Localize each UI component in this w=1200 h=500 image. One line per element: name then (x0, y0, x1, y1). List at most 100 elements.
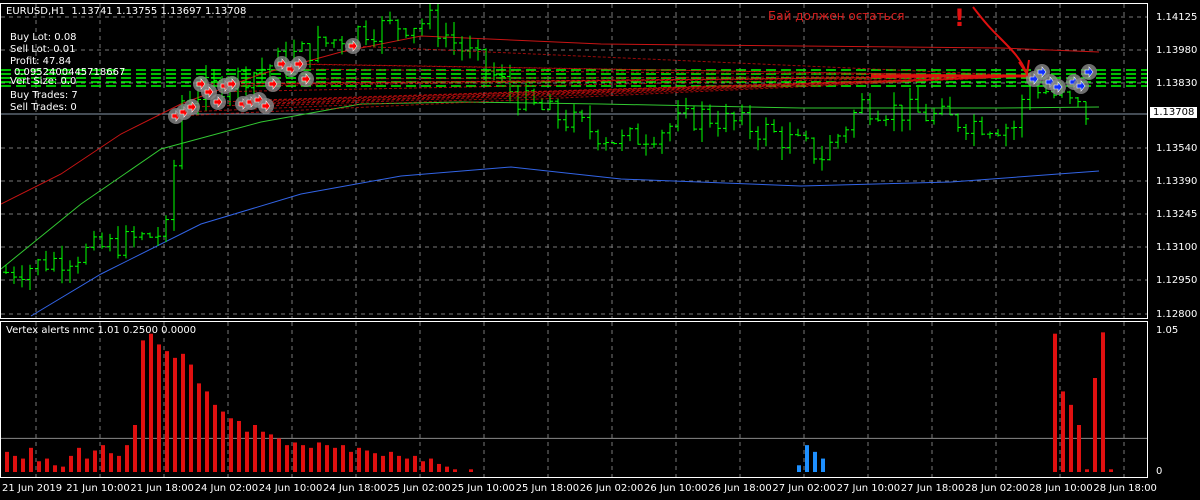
histogram-bar (325, 445, 329, 472)
time-label: 25 Jun 18:00 (515, 483, 580, 494)
histogram-bar (421, 461, 425, 472)
histogram-bar (373, 453, 377, 472)
price-label: 1.13245 (1156, 209, 1198, 220)
histogram-bar (45, 458, 49, 472)
annotation-exclamation: ! (954, 4, 965, 32)
histogram-bar (1101, 332, 1105, 472)
histogram-bar (221, 411, 225, 472)
time-label: 27 Jun 02:00 (772, 483, 836, 494)
time-label: 25 Jun 02:00 (387, 483, 451, 494)
price-label: 1.13980 (1156, 45, 1198, 56)
time-label: 26 Jun 10:00 (644, 483, 708, 494)
histogram-bar (389, 451, 393, 472)
symbol-label: EURUSD,H1 (6, 6, 66, 17)
histogram-bar (189, 364, 193, 472)
histogram-bar (301, 445, 305, 472)
histogram-bar (821, 458, 825, 472)
histogram-bar (37, 461, 41, 472)
time-label: 28 Jun 02:00 (965, 483, 1029, 494)
histogram-bar (181, 353, 185, 472)
vert-size: Vert Size: 0.0 (10, 76, 77, 87)
histogram-bar (1061, 391, 1065, 472)
histogram-bar (1109, 469, 1113, 472)
histogram-bar (1069, 404, 1073, 472)
time-label: 21 Jun 18:00 (130, 483, 194, 494)
histogram-bar (13, 455, 17, 472)
price-label: 1.12950 (1156, 275, 1198, 286)
histogram-bar (157, 344, 161, 472)
histogram-bar (21, 458, 25, 472)
histogram-bar (797, 465, 801, 472)
histogram-bar (1053, 333, 1057, 472)
histogram-bar (69, 455, 73, 472)
histogram-bar (317, 442, 321, 472)
ohlc-values: 1.13741 1.13755 1.13697 1.13708 (71, 6, 247, 17)
indicator-min-label: 0 (1156, 466, 1163, 477)
time-label: 24 Jun 10:00 (258, 483, 323, 494)
time-label: 25 Jun 10:00 (451, 483, 515, 494)
histogram-bar (405, 458, 409, 472)
histogram-bar (229, 418, 233, 472)
histogram-bar (5, 451, 9, 472)
histogram-bar (1077, 425, 1081, 472)
histogram-bar (213, 404, 217, 472)
histogram-bar (333, 447, 337, 472)
time-label: 21 Jun 10:00 (66, 483, 130, 494)
histogram-bar (381, 455, 385, 472)
histogram-bar (453, 469, 457, 472)
ma-green-line (1, 101, 1100, 270)
histogram-bar (245, 431, 249, 472)
current-price-label: 1.13708 (1150, 107, 1198, 118)
indicator-title: Vertex alerts nmc 1.01 0.2500 0.0000 (6, 325, 197, 336)
histogram-bar (341, 445, 345, 472)
time-label: 27 Jun 18:00 (900, 483, 965, 494)
histogram-bar (29, 447, 33, 472)
time-label: 26 Jun 18:00 (708, 483, 772, 494)
main-chart-window[interactable] (0, 3, 1148, 319)
histogram-bar (269, 434, 273, 472)
histogram-bar (61, 466, 65, 472)
sell-lot: Sell Lot: 0.01 (10, 44, 76, 55)
histogram-bar (101, 445, 105, 472)
price-chart[interactable] (1, 4, 1147, 318)
chart-header: EURUSD,H1 1.13741 1.13755 1.13697 1.1370… (6, 6, 246, 17)
time-label: 24 Jun 02:00 (194, 483, 259, 494)
profit: Profit: 47.84 (10, 56, 72, 67)
histogram-bar (237, 420, 241, 472)
annotation-text: Бай должен остаться (768, 9, 905, 23)
histogram-bar (133, 425, 137, 472)
histogram-bar (397, 455, 401, 472)
time-label: 26 Jun 02:00 (579, 483, 644, 494)
time-label: 21 Jun 2019 (2, 483, 63, 494)
histogram-bar (1085, 469, 1089, 472)
histogram-bar (357, 447, 361, 472)
histogram-bar (253, 425, 257, 472)
histogram-bar (445, 466, 449, 472)
histogram-bar (165, 351, 169, 472)
histogram-bar (149, 333, 153, 472)
histogram-bar (173, 357, 177, 472)
histogram-bar (469, 469, 473, 472)
histogram-bar (117, 455, 121, 472)
time-label: 28 Jun 10:00 (1029, 483, 1093, 494)
histogram-bar (125, 445, 129, 472)
time-label: 28 Jun 18:00 (1093, 483, 1157, 494)
histogram-bar (77, 447, 81, 472)
histogram-bar (805, 445, 809, 472)
ma-blue-line (30, 166, 1100, 317)
price-label: 1.13100 (1156, 242, 1198, 253)
indicator-histogram[interactable] (1, 322, 1147, 477)
histogram-bar (429, 458, 433, 472)
indicator-max-label: 1.05 (1156, 325, 1179, 336)
indicator-window[interactable] (0, 321, 1148, 478)
histogram-bar (197, 383, 201, 472)
price-label: 1.14125 (1156, 12, 1198, 23)
time-label: 24 Jun 18:00 (323, 483, 387, 494)
buy-lot: Buy Lot: 0.08 (10, 32, 77, 43)
price-label: 1.13830 (1156, 78, 1198, 89)
time-label: 27 Jun 10:00 (836, 483, 901, 494)
price-label: 1.13390 (1156, 176, 1198, 187)
histogram-bar (85, 458, 89, 472)
histogram-bar (309, 447, 313, 472)
histogram-bar (109, 453, 113, 472)
